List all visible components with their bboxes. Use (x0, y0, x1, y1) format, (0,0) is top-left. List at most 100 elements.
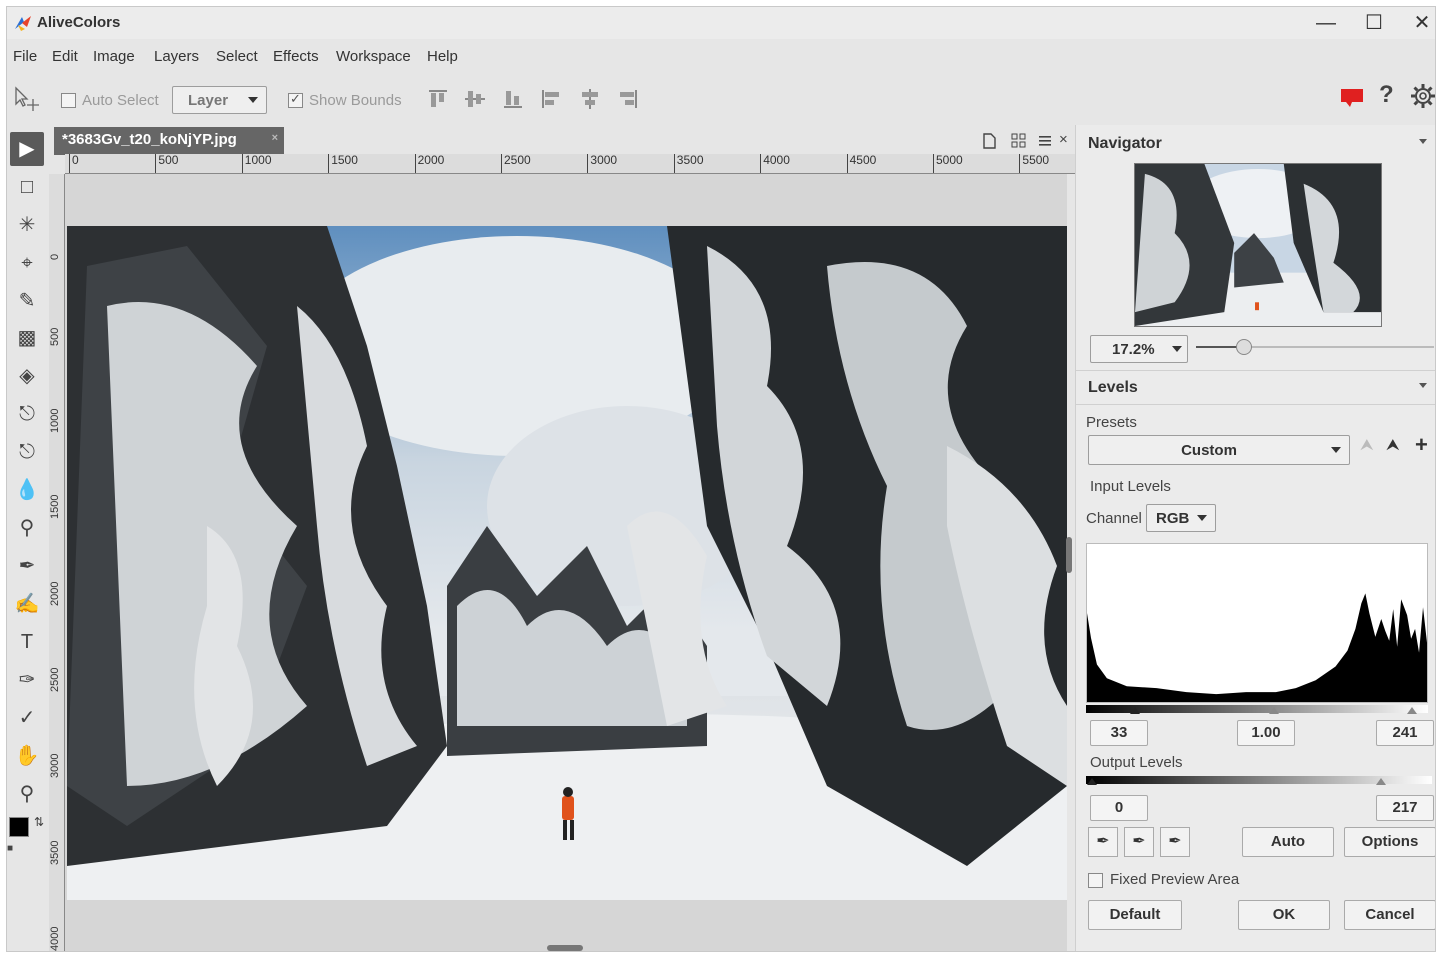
tile-windows-icon[interactable] (1011, 133, 1027, 149)
canvas-area[interactable] (65, 174, 1067, 951)
menu-select[interactable]: Select (216, 48, 258, 65)
input-white-slider[interactable] (1407, 707, 1417, 714)
auto-select-checkbox[interactable] (61, 93, 76, 108)
blur-drop-icon[interactable]: 💧 (10, 473, 44, 507)
close-window-button[interactable]: ✕ (1405, 9, 1435, 37)
fixed-preview-label: Fixed Preview Area (1110, 871, 1240, 888)
channel-dropdown[interactable]: RGB (1146, 504, 1216, 532)
ruler-h-label: 5000 (933, 154, 963, 173)
black-point-eyedropper-icon[interactable]: ✒ (1088, 827, 1118, 857)
input-white-field[interactable]: 241 (1376, 720, 1434, 746)
text-icon[interactable]: T (10, 625, 44, 659)
pen-icon[interactable]: ✑ (10, 663, 44, 697)
hand-icon[interactable]: ✋ (10, 739, 44, 773)
align-left-icon[interactable] (540, 88, 562, 110)
save-preset-icon[interactable]: ⮝ (1386, 437, 1400, 455)
marquee-icon[interactable]: □ (10, 170, 44, 204)
ruler-v-label: 1000 (49, 408, 61, 433)
brush-icon[interactable]: ✎ (10, 284, 44, 318)
input-levels-label: Input Levels (1090, 478, 1171, 495)
default-button[interactable]: Default (1088, 900, 1182, 930)
minimize-button[interactable]: — (1309, 9, 1343, 37)
align-bottom-icon[interactable] (502, 88, 524, 110)
align-right-icon[interactable] (617, 88, 639, 110)
move-selection-tool-icon[interactable] (13, 85, 41, 113)
input-gamma-slider[interactable] (1269, 707, 1279, 714)
title-bar: AliveColors — ☐ ✕ (7, 7, 1435, 39)
menu-edit[interactable]: Edit (52, 48, 78, 65)
help-button[interactable]: ? (1379, 81, 1394, 109)
chevron-down-icon[interactable] (1419, 383, 1427, 388)
document-menu-icon[interactable] (1038, 134, 1052, 148)
swap-colors-icon[interactable]: ⇅ (34, 815, 44, 829)
output-black-slider[interactable] (1087, 778, 1097, 785)
zoom-icon[interactable]: ⚲ (10, 777, 44, 811)
menu-help[interactable]: Help (427, 48, 458, 65)
document-close-icon[interactable]: × (1059, 131, 1068, 148)
zoom-slider-handle[interactable] (1235, 339, 1252, 355)
foreground-color-swatch[interactable] (9, 817, 29, 837)
dodge-icon[interactable]: ⚲ (10, 511, 44, 545)
fill-icon[interactable]: ◈ (10, 359, 44, 393)
menu-workspace[interactable]: Workspace (336, 48, 411, 65)
smudge-icon[interactable]: ✍ (10, 587, 44, 621)
auto-button[interactable]: Auto (1242, 827, 1334, 857)
alivecolors-logo-icon (15, 16, 31, 31)
magic-wand-icon[interactable]: ✳ (10, 208, 44, 242)
ruler-v-label: 3500 (49, 840, 61, 865)
canvas-horizontal-scrollbar[interactable] (547, 945, 583, 951)
menu-effects[interactable]: Effects (273, 48, 319, 65)
add-preset-icon[interactable]: + (1415, 432, 1428, 458)
options-button[interactable]: Options (1344, 827, 1435, 857)
gray-point-eyedropper-icon[interactable]: ✒ (1124, 827, 1154, 857)
canvas-vertical-scrollbar[interactable] (1066, 537, 1072, 573)
fixed-preview-checkbox[interactable] (1088, 873, 1103, 888)
align-horizontal-center-icon[interactable] (579, 88, 601, 110)
ok-button[interactable]: OK (1238, 900, 1330, 930)
menu-file[interactable]: File (13, 48, 37, 65)
presets-dropdown[interactable]: Custom (1088, 435, 1350, 465)
maximize-button[interactable]: ☐ (1357, 9, 1391, 37)
output-white-field[interactable]: 217 (1376, 795, 1434, 821)
channel-label: Channel (1086, 510, 1142, 527)
clone-stamp-icon[interactable]: ⎋ (10, 397, 44, 431)
levels-header[interactable]: Levels (1076, 371, 1435, 403)
navigator-thumbnail[interactable] (1134, 163, 1382, 327)
document-page-icon[interactable] (982, 133, 996, 149)
output-black-field[interactable]: 0 (1090, 795, 1148, 821)
input-black-field[interactable]: 33 (1090, 720, 1148, 746)
document-tab-close-icon[interactable]: × (272, 132, 278, 144)
show-bounds-checkbox[interactable] (288, 91, 303, 108)
move-tool-icon[interactable]: ▶ (10, 132, 44, 166)
ruler-h-label: 4500 (846, 154, 876, 173)
feedback-flag-icon[interactable] (1340, 87, 1364, 109)
align-top-icon[interactable] (427, 88, 449, 110)
zoom-dropdown[interactable]: 17.2% (1090, 335, 1188, 363)
eyedropper-icon[interactable]: ✓ (10, 701, 44, 735)
delete-preset-icon[interactable]: ⮝ (1360, 437, 1374, 455)
crop-icon[interactable]: ⌖ (10, 246, 44, 280)
eraser-icon[interactable]: ▩ (10, 321, 44, 355)
menu-layers[interactable]: Layers (154, 48, 199, 65)
vertical-ruler: 0 500 1000 1500 2000 2500 3000 3500 4000 (49, 174, 65, 951)
chevron-down-icon[interactable] (1419, 139, 1427, 144)
document-tab[interactable]: *3683Gv_t20_koNjYP.jpg × (54, 127, 284, 155)
input-gamma-field[interactable]: 1.00 (1237, 720, 1295, 746)
output-white-slider[interactable] (1376, 778, 1386, 785)
navigator-header[interactable]: Navigator (1076, 127, 1435, 159)
ruler-h-label: 1000 (241, 154, 272, 173)
tool-options-bar: Auto Select Layer Show Bounds ? (7, 73, 1435, 121)
fx-brush-icon[interactable]: ✒ (10, 549, 44, 583)
menu-image[interactable]: Image (93, 48, 135, 65)
ruler-v-label: 0 (49, 253, 61, 260)
reset-colors-icon[interactable]: ■ (7, 843, 13, 854)
pattern-stamp-icon[interactable]: ⎋ (10, 435, 44, 469)
input-black-slider[interactable] (1130, 707, 1140, 714)
zoom-slider[interactable] (1196, 339, 1434, 355)
presets-value: Custom (1181, 442, 1237, 459)
mode-dropdown[interactable]: Layer (172, 86, 267, 114)
align-vertical-center-icon[interactable] (464, 88, 486, 110)
white-point-eyedropper-icon[interactable]: ✒ (1160, 827, 1190, 857)
cancel-button[interactable]: Cancel (1344, 900, 1435, 930)
gear-icon[interactable] (1410, 83, 1436, 109)
